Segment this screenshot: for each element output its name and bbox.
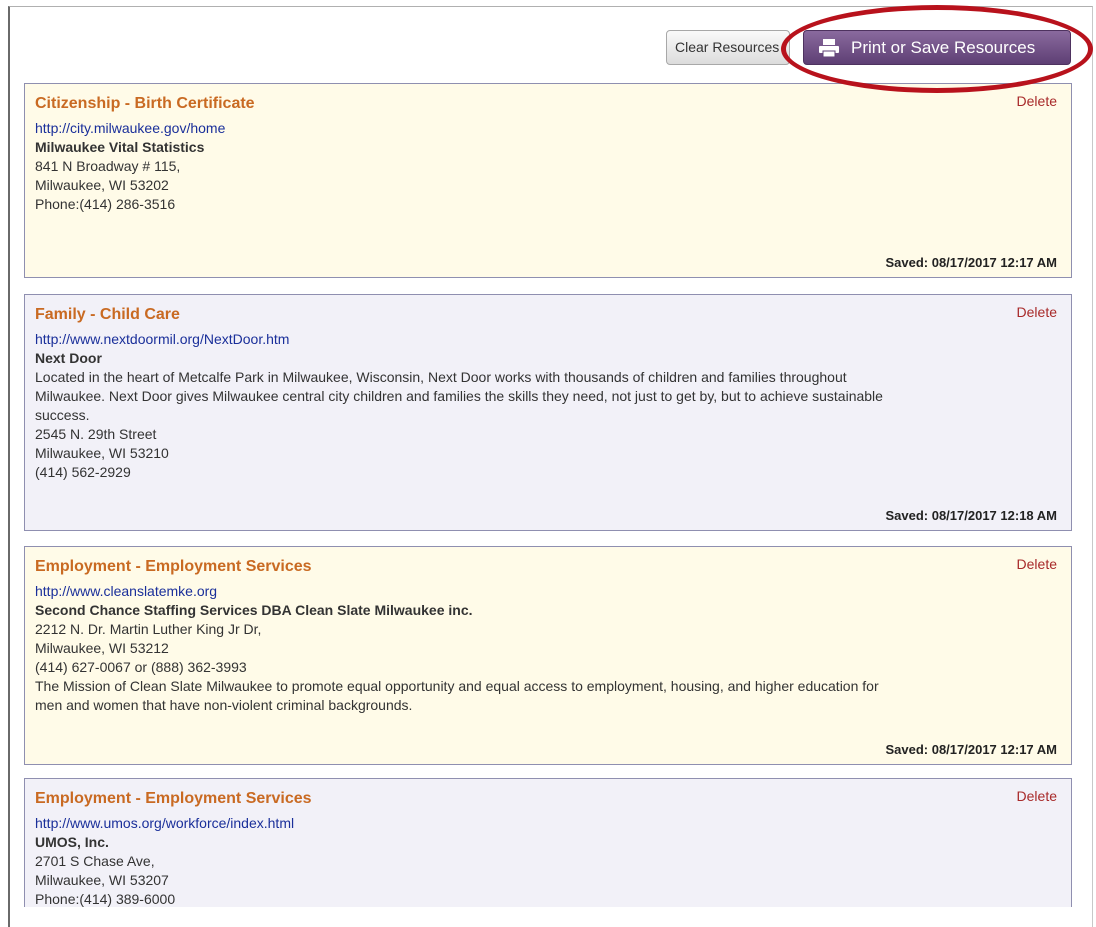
phone-line: Phone:(414) 286-3516 (35, 196, 176, 212)
city-line: Milwaukee, WI 53202 (35, 177, 169, 193)
organization-name: Second Chance Staffing Services DBA Clea… (35, 602, 473, 618)
resource-url-link[interactable]: http://www.cleanslatemke.org (35, 582, 1056, 601)
city-line: Milwaukee, WI 53212 (35, 640, 169, 656)
organization-name: Milwaukee Vital Statistics (35, 139, 205, 155)
resource-url-link[interactable]: http://city.milwaukee.gov/home (35, 119, 1056, 138)
saved-timestamp: Saved: 08/17/2017 12:17 AM (885, 255, 1057, 270)
delete-link[interactable]: Delete (1017, 788, 1057, 804)
city-line: Milwaukee, WI 53207 (35, 872, 169, 888)
printer-icon (819, 39, 839, 57)
address-line: 2212 N. Dr. Martin Luther King Jr Dr, (35, 621, 262, 637)
address-line: 841 N Broadway # 115, (35, 158, 181, 174)
description-line: Located in the heart of Metcalfe Park in… (35, 369, 847, 385)
resource-url-link[interactable]: http://www.nextdoormil.org/NextDoor.htm (35, 330, 1056, 349)
saved-timestamp: Saved: 08/17/2017 12:18 AM (885, 508, 1057, 523)
description-line: success. (35, 407, 90, 423)
description-line: Milwaukee. Next Door gives Milwaukee cen… (35, 388, 883, 404)
delete-link[interactable]: Delete (1017, 93, 1057, 109)
print-button-label: Print or Save Resources (851, 38, 1036, 57)
resource-title: Employment - Employment Services (35, 790, 312, 807)
city-line: Milwaukee, WI 53210 (35, 445, 169, 461)
resource-url-link[interactable]: http://www.umos.org/workforce/index.html (35, 814, 1056, 833)
print-or-save-resources-button[interactable]: Print or Save Resources (803, 30, 1071, 65)
delete-link[interactable]: Delete (1017, 556, 1057, 572)
resource-card: Citizenship - Birth Certificate Delete h… (24, 83, 1072, 278)
organization-name: Next Door (35, 350, 102, 366)
resource-card: Employment - Employment Services Delete … (24, 778, 1072, 907)
organization-name: UMOS, Inc. (35, 834, 109, 850)
resource-card: Family - Child Care Delete http://www.ne… (24, 294, 1072, 531)
saved-timestamp: Saved: 08/17/2017 12:17 AM (885, 742, 1057, 757)
resource-title: Citizenship - Birth Certificate (35, 95, 255, 112)
description-line: The Mission of Clean Slate Milwaukee to … (35, 678, 879, 694)
clear-resources-button[interactable]: Clear Resources (666, 30, 790, 65)
phone-line: Phone:(414) 389-6000 (35, 891, 176, 907)
address-line: 2545 N. 29th Street (35, 426, 157, 442)
resource-title: Employment - Employment Services (35, 558, 312, 575)
phone-line: (414) 562-2929 (35, 464, 131, 480)
description-line: men and women that have non-violent crim… (35, 697, 413, 713)
resource-title: Family - Child Care (35, 306, 180, 323)
phone-line: (414) 627-0067 or (888) 362-3993 (35, 659, 247, 675)
resource-card: Employment - Employment Services Delete … (24, 546, 1072, 765)
address-line: 2701 S Chase Ave, (35, 853, 155, 869)
delete-link[interactable]: Delete (1017, 304, 1057, 320)
